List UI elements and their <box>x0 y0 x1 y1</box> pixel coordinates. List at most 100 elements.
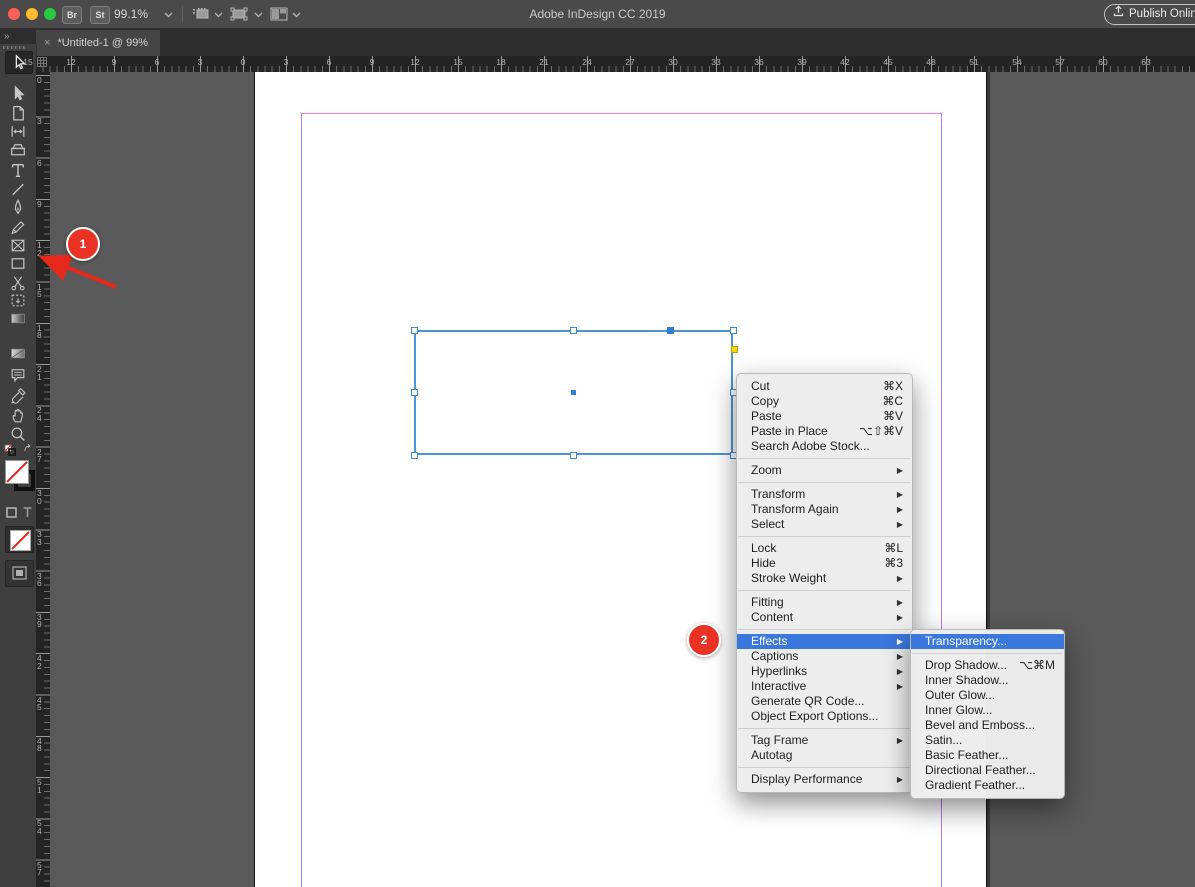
menu-item-label: Directional Feather... <box>925 763 1036 778</box>
hruler-label: 27 <box>625 57 634 67</box>
menu-item-captions[interactable]: Captions▶ <box>737 649 912 664</box>
vertical-ruler[interactable]: 03691 21 51 82 12 42 73 03 33 63 94 24 5… <box>36 72 51 887</box>
hruler-label: 51 <box>969 57 978 67</box>
margin-guide-left <box>301 113 302 887</box>
type-tool-icon[interactable] <box>8 161 28 180</box>
gap-tool-icon[interactable] <box>8 122 28 141</box>
vruler-label: 2 1 <box>37 366 42 381</box>
horizontal-ruler[interactable]: 1512963036912151821242730333639424548515… <box>36 56 1195 73</box>
page-tool-icon[interactable] <box>8 104 28 123</box>
menu-item-search-adobe-stock[interactable]: Search Adobe Stock... <box>737 439 912 454</box>
menu-item-hyperlinks[interactable]: Hyperlinks▶ <box>737 664 912 679</box>
handle-bottom-left[interactable] <box>411 452 418 459</box>
document-tab[interactable]: × *Untitled-1 @ 99% <box>36 30 160 56</box>
note-tool-icon[interactable] <box>8 366 28 385</box>
menu-item-label: Outer Glow... <box>925 688 995 703</box>
pencil-tool-icon[interactable] <box>8 218 28 237</box>
hruler-label: 36 <box>754 57 763 67</box>
menu-item-paste[interactable]: Paste ⌘V <box>737 409 912 424</box>
vruler-label: 1 2 <box>37 242 42 257</box>
handle-middle-left[interactable] <box>411 389 418 396</box>
handle-top-center[interactable] <box>570 327 577 334</box>
menu-item-object-export-options[interactable]: Object Export Options... <box>737 709 912 724</box>
menu-item-copy[interactable]: Copy⌘C <box>737 394 912 409</box>
menu-item-label: Bevel and Emboss... <box>925 718 1035 733</box>
menu-separator <box>738 629 911 630</box>
ruler-origin-icon[interactable] <box>37 57 47 67</box>
handle-bottom-center[interactable] <box>570 452 577 459</box>
hand-tool-icon[interactable] <box>8 406 28 425</box>
menu-item-cut[interactable]: Cut⌘X <box>737 379 912 394</box>
menu-item-inner-glow[interactable]: Inner Glow... <box>911 703 1064 718</box>
indesign-window: Br St 99.1% Adobe InDesign CC 2019 <box>0 0 1195 887</box>
direct-selection-tool-icon[interactable] <box>8 84 28 103</box>
menu-item-transparency[interactable]: Transparency... <box>911 634 1064 649</box>
menu-item-label: Inner Glow... <box>925 703 992 718</box>
pen-tool-icon[interactable] <box>8 198 28 217</box>
menu-item-shortcut: ⌘L <box>884 541 903 556</box>
menu-item-label: Hide <box>751 556 776 571</box>
menu-item-fitting[interactable]: Fitting▶ <box>737 595 912 610</box>
menu-item-stroke-weight[interactable]: Stroke Weight▶ <box>737 571 912 586</box>
menu-item-effects[interactable]: Effects▶ <box>737 634 912 649</box>
menu-item-content[interactable]: Content▶ <box>737 610 912 625</box>
panel-drag-handle[interactable] <box>3 46 25 49</box>
menu-separator <box>738 482 911 483</box>
menu-item-label: Transform <box>751 487 805 502</box>
menu-separator <box>738 458 911 459</box>
title-bar: Br St 99.1% Adobe InDesign CC 2019 <box>0 0 1195 29</box>
panel-expander-icon[interactable]: » <box>4 31 10 42</box>
handle-top-right[interactable] <box>730 327 737 334</box>
gradient-feather-tool-icon[interactable] <box>8 344 28 363</box>
menu-item-inner-shadow[interactable]: Inner Shadow... <box>911 673 1064 688</box>
line-tool-icon[interactable] <box>8 180 28 199</box>
tab-close-icon[interactable]: × <box>44 37 50 49</box>
menu-item-select[interactable]: Select▶ <box>737 517 912 532</box>
menu-item-shortcut: ⌘V <box>883 409 903 424</box>
menu-item-transform-again[interactable]: Transform Again▶ <box>737 502 912 517</box>
menu-item-hide[interactable]: Hide⌘3 <box>737 556 912 571</box>
menu-item-basic-feather[interactable]: Basic Feather... <box>911 748 1064 763</box>
gradient-swatch-tool-icon[interactable] <box>8 309 28 328</box>
menu-item-transform[interactable]: Transform ▶ <box>737 487 912 502</box>
corner-edit-handle[interactable] <box>731 346 738 353</box>
color-theme-tool-icon[interactable] <box>8 386 28 405</box>
submenu-arrow-icon: ▶ <box>897 517 903 532</box>
rectangle-tool-icon[interactable] <box>8 254 28 273</box>
menu-item-paste-in-place[interactable]: Paste in Place⌥⇧⌘V <box>737 424 912 439</box>
free-transform-tool-icon[interactable] <box>8 291 28 310</box>
frame-center-point[interactable] <box>571 390 576 395</box>
menu-item-drop-shadow[interactable]: Drop Shadow...⌥⌘M <box>911 658 1064 673</box>
menu-item-outer-glow[interactable]: Outer Glow... <box>911 688 1064 703</box>
menu-item-zoom[interactable]: Zoom▶ <box>737 463 912 478</box>
handle-selected-solid[interactable] <box>667 327 674 334</box>
zoom-tool-icon[interactable] <box>8 425 28 444</box>
vruler-label: 1 5 <box>37 284 42 299</box>
screen-mode-button[interactable] <box>5 560 34 587</box>
menu-item-satin[interactable]: Satin... <box>911 733 1064 748</box>
menu-item-label: Paste <box>751 409 782 424</box>
menu-item-bevel-and-emboss[interactable]: Bevel and Emboss... <box>911 718 1064 733</box>
menu-item-generate-qr-code[interactable]: Generate QR Code... <box>737 694 912 709</box>
menu-item-interactive[interactable]: Interactive▶ <box>737 679 912 694</box>
menu-item-lock[interactable]: Lock⌘L <box>737 541 912 556</box>
menu-item-gradient-feather[interactable]: Gradient Feather... <box>911 778 1064 793</box>
scissors-tool-icon[interactable] <box>8 273 28 292</box>
menu-separator <box>738 767 911 768</box>
fill-swatch-none[interactable] <box>5 460 29 484</box>
menu-item-directional-feather[interactable]: Directional Feather... <box>911 763 1064 778</box>
menu-item-label: Inner Shadow... <box>925 673 1008 688</box>
content-collector-icon[interactable] <box>8 140 28 159</box>
menu-item-tag-frame[interactable]: Tag Frame▶ <box>737 733 912 748</box>
frame-tool-icon[interactable] <box>8 236 28 255</box>
menu-item-display-performance[interactable]: Display Performance▶ <box>737 772 912 787</box>
submenu-arrow-icon: ▶ <box>897 487 903 502</box>
menu-item-autotag[interactable]: Autotag <box>737 748 912 763</box>
hruler-label: 30 <box>668 57 677 67</box>
hruler-label: 12 <box>410 57 419 67</box>
apply-none-button[interactable] <box>5 526 34 553</box>
handle-top-left[interactable] <box>411 327 418 334</box>
menu-item-shortcut: ⌘X <box>883 379 903 394</box>
publish-online-button[interactable]: Publish Online <box>1104 4 1195 25</box>
menu-item-label: Transparency... <box>925 634 1007 649</box>
